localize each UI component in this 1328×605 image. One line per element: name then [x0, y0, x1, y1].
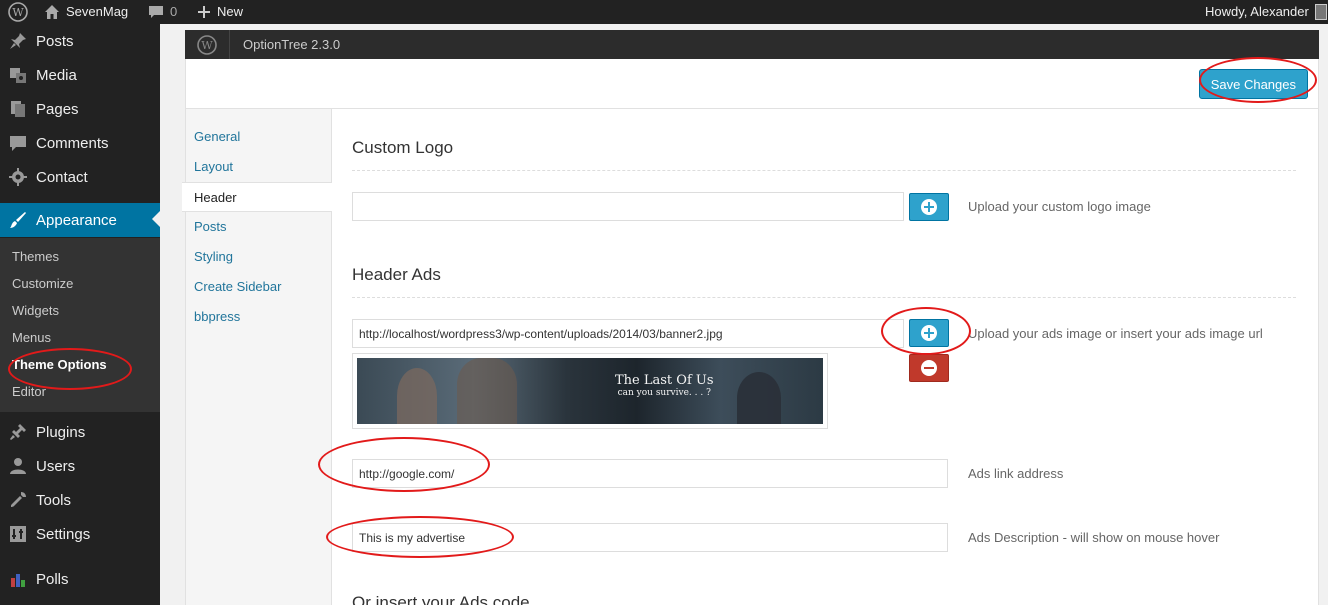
banner-title: The Last Of Us — [615, 373, 714, 388]
brush-icon — [8, 210, 28, 230]
admin-sidebar: Posts Media Pages Comments Contact Appea… — [0, 24, 160, 605]
wordpress-logo-icon: W — [197, 35, 217, 55]
plus-circle-icon — [921, 325, 937, 341]
menu-label: Users — [36, 457, 76, 475]
ads-description-description: Ads Description - will show on mouse hov… — [968, 530, 1220, 545]
menu-settings[interactable]: Settings — [0, 517, 160, 551]
tab-posts[interactable]: Posts — [186, 212, 333, 242]
menu-users[interactable]: Users — [0, 449, 160, 483]
home-icon — [45, 5, 59, 19]
menu-posts[interactable]: Posts — [0, 24, 160, 58]
banner-subtitle: can you survive. . . ? — [617, 388, 711, 398]
menu-label: Appearance — [36, 211, 117, 229]
user-icon — [8, 456, 28, 476]
upload-logo-button[interactable] — [909, 193, 949, 221]
ads-image-description: Upload your ads image or insert your ads… — [968, 326, 1263, 341]
greeting: Howdy, Alexander — [1205, 4, 1309, 19]
avatar — [1314, 4, 1327, 20]
admin-bar: W SevenMag 0 New Howdy, Alexander — [0, 0, 1328, 24]
optiontree-content: Custom Logo Upload your custom logo imag… — [332, 109, 1319, 605]
gear-icon — [8, 167, 28, 187]
custom-logo-input[interactable] — [352, 192, 904, 221]
custom-logo-title: Custom Logo — [352, 138, 454, 157]
optiontree-header: W OptionTree 2.3.0 — [185, 30, 1319, 59]
menu-label: Polls — [36, 570, 69, 588]
appearance-submenu: Themes Customize Widgets Menus Theme Opt… — [0, 238, 160, 412]
optiontree-tabs: General Layout Header Posts Styling Crea… — [182, 109, 333, 605]
comments-count: 0 — [170, 4, 178, 19]
tab-styling[interactable]: Styling — [186, 242, 333, 272]
media-icon — [8, 65, 28, 85]
pages-icon — [8, 99, 28, 119]
ads-link-input[interactable] — [352, 459, 948, 488]
ads-code-title: Or insert your Ads code — [352, 593, 530, 605]
divider — [352, 297, 1296, 298]
menu-comments[interactable]: Comments — [0, 126, 160, 160]
submenu-menus[interactable]: Menus — [12, 330, 51, 345]
menu-contact[interactable]: Contact — [0, 160, 160, 194]
comment-bubble-icon — [149, 6, 163, 18]
optiontree-title: OptionTree 2.3.0 — [243, 37, 341, 52]
menu-label: Plugins — [36, 423, 86, 441]
plug-icon — [8, 422, 28, 442]
site-name-link[interactable]: SevenMag — [44, 0, 128, 24]
menu-label: Comments — [36, 134, 109, 152]
custom-logo-description: Upload your custom logo image — [968, 199, 1151, 214]
ads-description-input[interactable] — [352, 523, 948, 552]
comments-link[interactable]: 0 — [148, 0, 177, 24]
remove-ads-image-button[interactable] — [909, 354, 949, 382]
submenu-customize[interactable]: Customize — [12, 276, 73, 291]
menu-media[interactable]: Media — [0, 58, 160, 92]
divider — [352, 170, 1296, 171]
menu-label: Settings — [36, 525, 91, 543]
banner-text: The Last Of Us can you survive. . . ? — [615, 374, 714, 400]
tab-bbpress[interactable]: bbpress — [186, 302, 333, 332]
menu-plugins[interactable]: Plugins — [0, 415, 160, 449]
banner-image: The Last Of Us can you survive. . . ? — [357, 358, 823, 424]
account-menu[interactable]: Howdy, Alexander — [1205, 0, 1327, 24]
ads-image-url-input[interactable] — [352, 319, 904, 348]
new-label: New — [217, 4, 244, 19]
bar-chart-icon — [8, 569, 28, 589]
plus-circle-icon — [921, 199, 937, 215]
minus-circle-icon — [921, 360, 937, 376]
save-changes-button[interactable]: Save Changes — [1198, 69, 1308, 99]
new-content-link[interactable]: New — [197, 0, 243, 24]
submenu-themes[interactable]: Themes — [12, 249, 59, 264]
menu-label: Pages — [36, 100, 79, 118]
submenu-editor[interactable]: Editor — [12, 384, 46, 399]
plus-icon — [198, 6, 210, 18]
menu-pages[interactable]: Pages — [0, 92, 160, 126]
tab-layout[interactable]: Layout — [186, 152, 333, 182]
submenu-widgets[interactable]: Widgets — [12, 303, 59, 318]
menu-label: Media — [36, 66, 77, 84]
menu-appearance[interactable]: Appearance — [0, 203, 160, 237]
upload-ads-image-button[interactable] — [909, 319, 949, 347]
svg-text:W: W — [12, 6, 24, 19]
wordpress-logo-icon[interactable]: W — [8, 0, 28, 24]
optiontree-actions: Save Changes — [185, 59, 1319, 109]
header-ads-title: Header Ads — [352, 265, 441, 284]
submenu-theme-options[interactable]: Theme Options — [12, 357, 107, 372]
pin-icon — [8, 31, 28, 51]
site-name: SevenMag — [66, 4, 129, 19]
menu-label: Contact — [36, 168, 88, 186]
menu-label: Tools — [36, 491, 72, 509]
wrench-icon — [8, 490, 28, 510]
menu-polls[interactable]: Polls — [0, 562, 160, 596]
comments-icon — [8, 133, 28, 153]
menu-label: Posts — [36, 32, 74, 50]
menu-tools[interactable]: Tools — [0, 483, 160, 517]
ads-banner-preview: The Last Of Us can you survive. . . ? — [352, 353, 828, 429]
tab-header[interactable]: Header — [182, 182, 333, 212]
tab-create-sidebar[interactable]: Create Sidebar — [186, 272, 333, 302]
tab-general[interactable]: General — [186, 122, 333, 152]
svg-text:W: W — [201, 39, 213, 52]
ads-link-description: Ads link address — [968, 466, 1064, 481]
settings-icon — [8, 524, 28, 544]
